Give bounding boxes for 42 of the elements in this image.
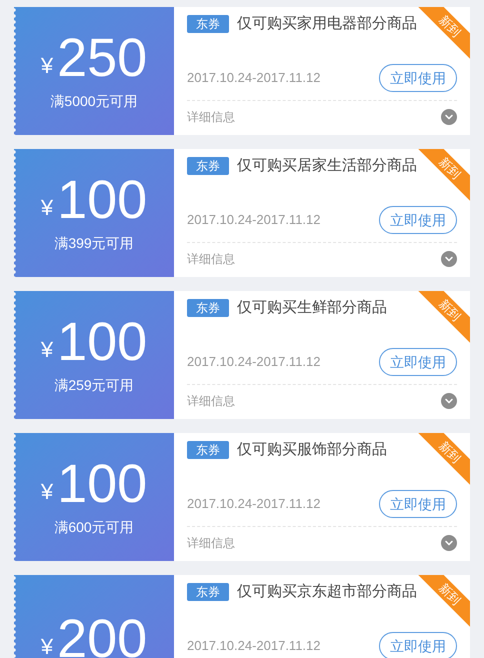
validity-dates: 2017.10.24-2017.11.12	[187, 494, 320, 513]
details-label[interactable]: 详细信息	[187, 250, 235, 268]
currency-symbol: ¥	[40, 338, 54, 360]
use-now-button[interactable]: 立即使用	[379, 64, 457, 92]
coupon-title: 仅可购买服饰部分商品	[237, 440, 387, 460]
validity-dates: 2017.10.24-2017.11.12	[187, 352, 320, 371]
coupon-type-tag: 东券	[187, 299, 229, 318]
coupon-type-tag: 东券	[187, 15, 229, 34]
expand-icon[interactable]	[441, 250, 457, 266]
validity-dates: 2017.10.24-2017.11.12	[187, 68, 320, 87]
use-now-button[interactable]: 立即使用	[379, 490, 457, 518]
use-now-button[interactable]: 立即使用	[379, 632, 457, 658]
minimum-spend: 满259元可用	[54, 376, 134, 394]
coupon-amount: 100	[57, 456, 148, 510]
coupon-type-tag: 东券	[187, 441, 229, 460]
use-now-button[interactable]: 立即使用	[379, 206, 457, 234]
currency-symbol: ¥	[40, 196, 54, 218]
coupon-amount: 100	[57, 172, 148, 226]
details-label[interactable]: 详细信息	[187, 392, 235, 410]
coupon-amount: 100	[57, 314, 148, 368]
coupon-amount: 250	[57, 30, 148, 84]
coupon-type-tag: 东券	[187, 157, 229, 176]
expand-icon[interactable]	[441, 392, 457, 408]
coupon-type-tag: 东券	[187, 583, 229, 602]
currency-symbol: ¥	[40, 54, 54, 76]
validity-dates: 2017.10.24-2017.11.12	[187, 636, 320, 655]
coupon-title: 仅可购买生鲜部分商品	[237, 298, 387, 318]
currency-symbol: ¥	[40, 480, 54, 502]
minimum-spend: 满399元可用	[54, 234, 134, 252]
expand-icon[interactable]	[441, 534, 457, 550]
coupon-title: 仅可购买居家生活部分商品	[237, 156, 417, 176]
minimum-spend: 满600元可用	[54, 518, 134, 536]
validity-dates: 2017.10.24-2017.11.12	[187, 210, 320, 229]
coupon-title: 仅可购买家用电器部分商品	[237, 14, 417, 34]
coupon-amount: 200	[57, 612, 148, 658]
minimum-spend: 满5000元可用	[50, 92, 138, 110]
currency-symbol: ¥	[40, 636, 54, 658]
expand-icon[interactable]	[441, 108, 457, 124]
details-label[interactable]: 详细信息	[187, 534, 235, 552]
use-now-button[interactable]: 立即使用	[379, 348, 457, 376]
details-label[interactable]: 详细信息	[187, 108, 235, 126]
coupon-title: 仅可购买京东超市部分商品	[237, 582, 417, 602]
